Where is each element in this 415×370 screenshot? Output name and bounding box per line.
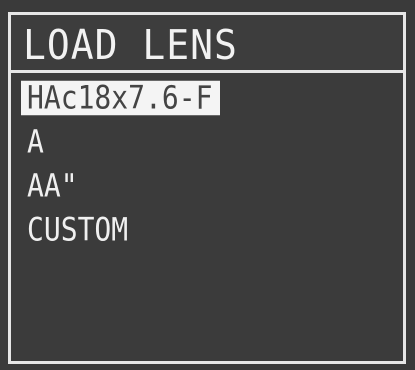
- dialog-title: LOAD LENS: [23, 21, 238, 69]
- screen: LOAD LENS HAc18x7.6-F A AA" CUSTOM: [0, 0, 415, 370]
- lens-item[interactable]: AA": [21, 168, 391, 204]
- lens-item-selected[interactable]: HAc18x7.6-F: [21, 80, 221, 116]
- lens-item[interactable]: CUSTOM: [21, 212, 391, 248]
- lens-list: HAc18x7.6-F A AA" CUSTOM: [21, 80, 391, 259]
- lens-item[interactable]: A: [21, 124, 391, 160]
- dialog-header: LOAD LENS: [11, 15, 403, 73]
- load-lens-dialog: LOAD LENS HAc18x7.6-F A AA" CUSTOM: [8, 12, 406, 364]
